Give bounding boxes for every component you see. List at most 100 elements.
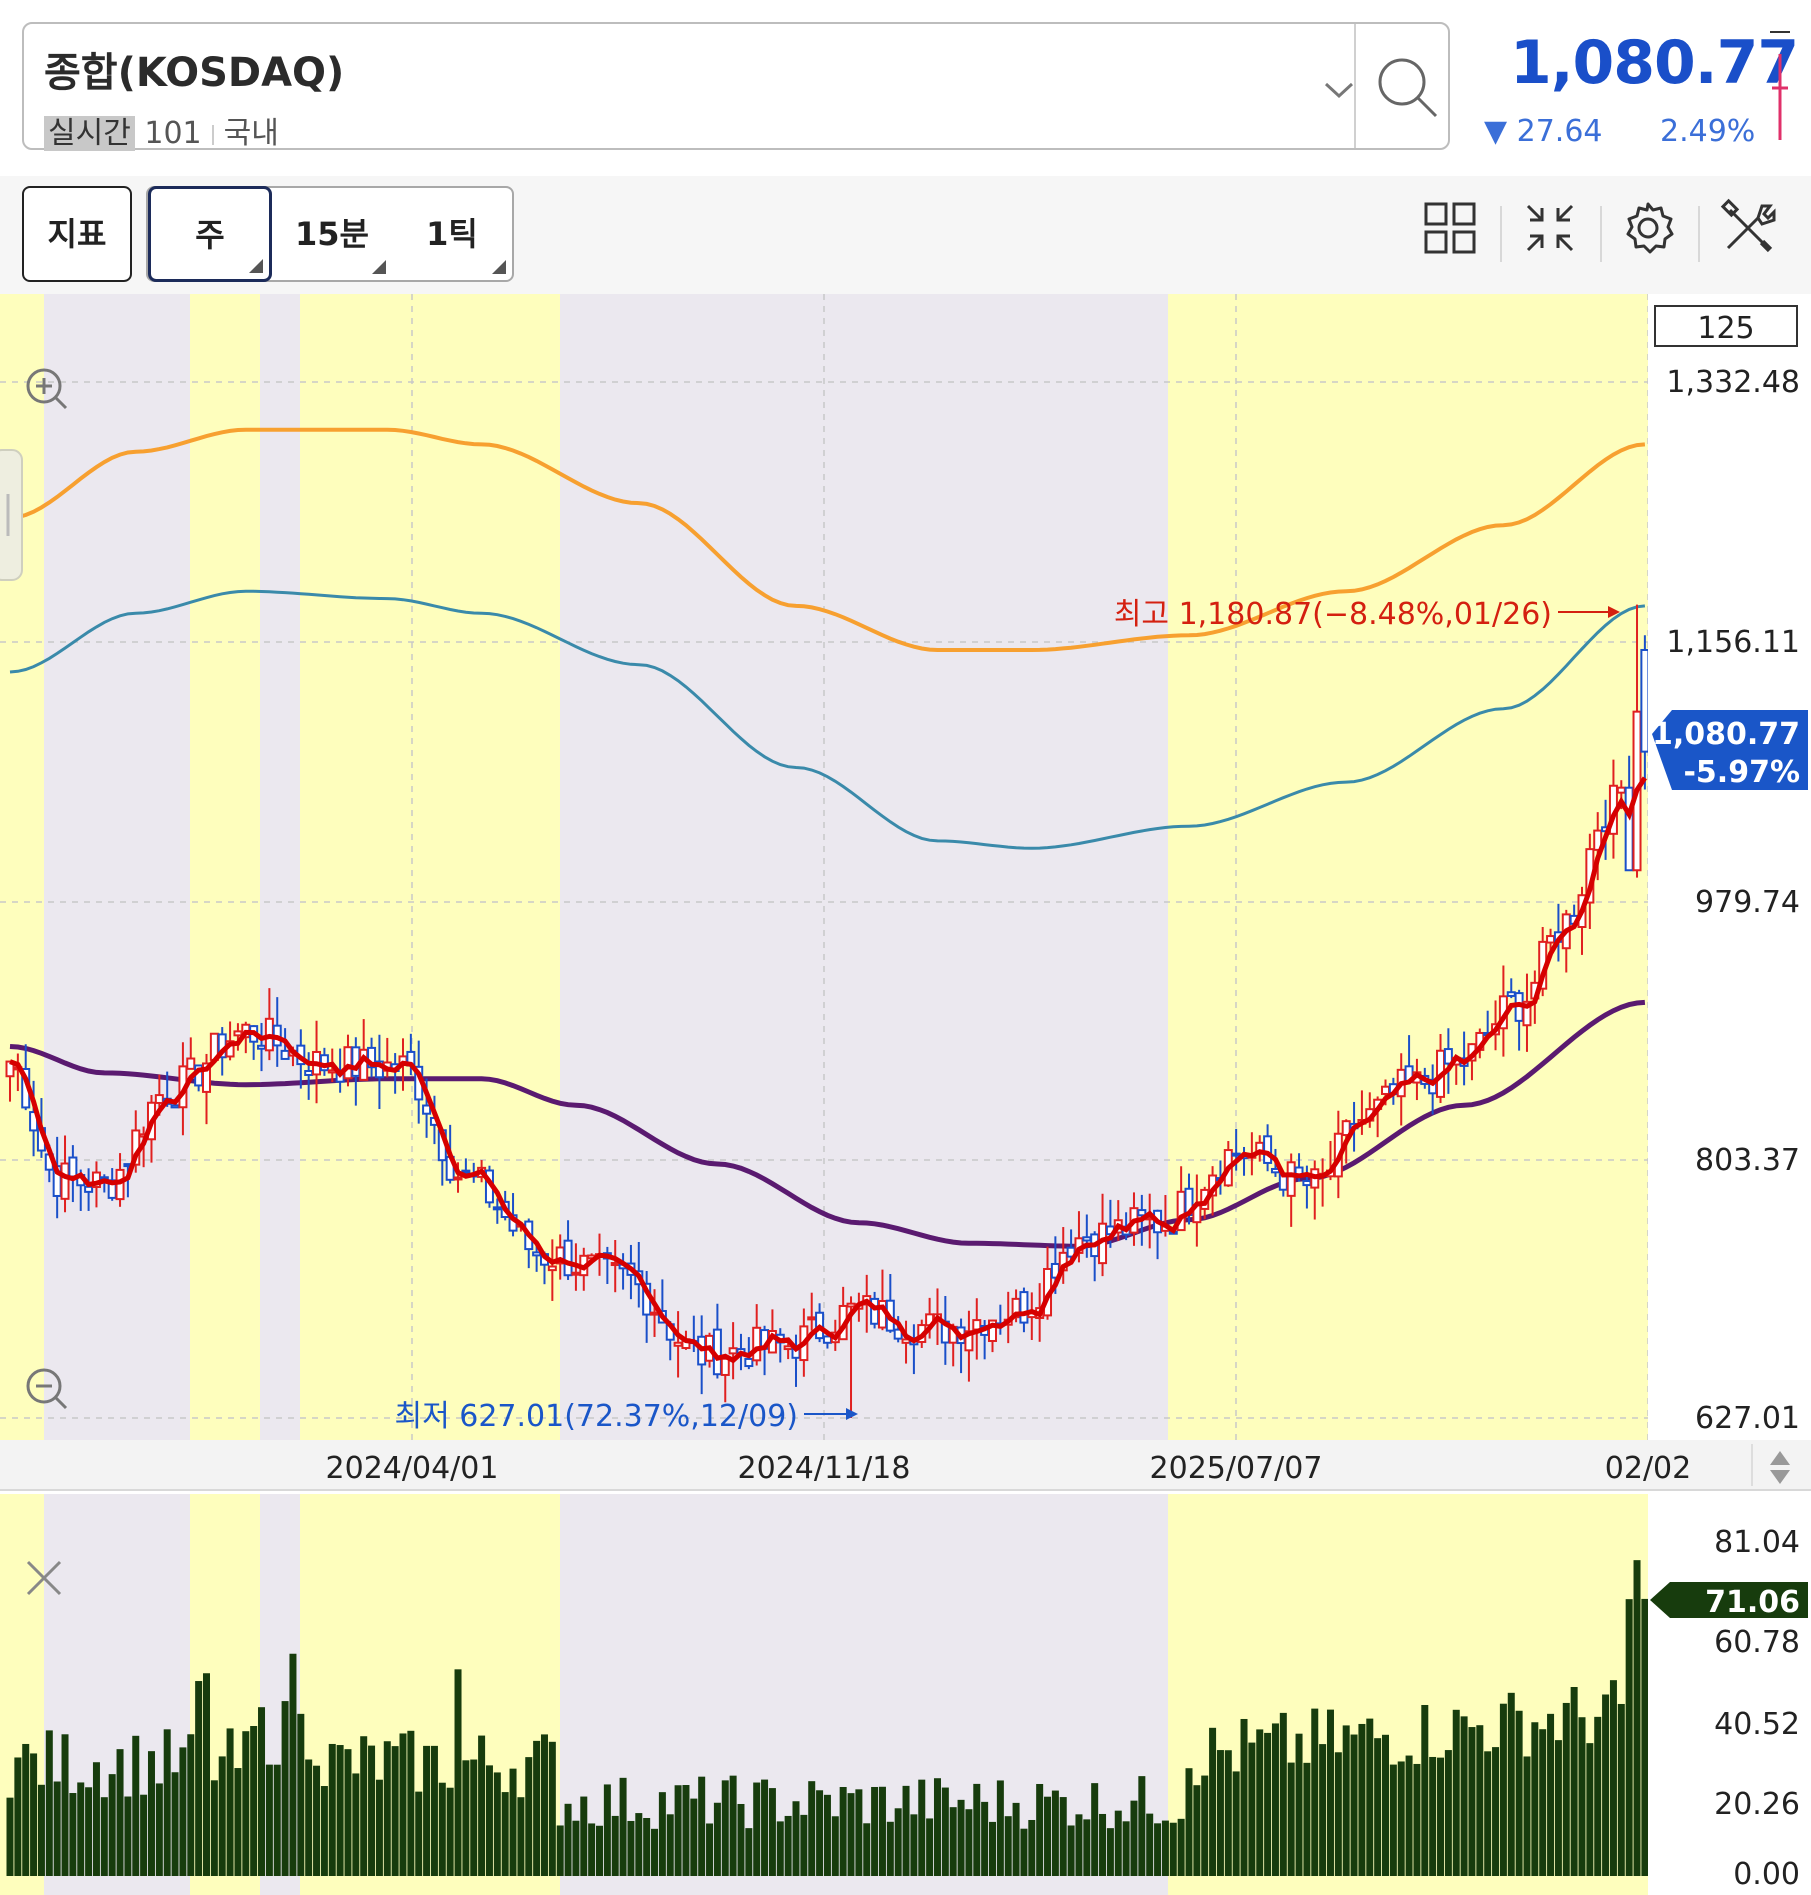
current-price: 1,080.77: [1510, 28, 1799, 98]
volume-bar: [132, 1735, 140, 1876]
volume-bar: [100, 1797, 108, 1876]
volume-bar: [407, 1730, 415, 1876]
candle-body: [1616, 786, 1626, 794]
volume-axis-tick: 0.00: [1733, 1857, 1800, 1892]
mini-candle-icon: [1770, 31, 1790, 140]
volume-bar: [926, 1818, 934, 1876]
candle-body: [822, 1335, 832, 1344]
volume-bar: [1625, 1599, 1633, 1876]
volume-bar: [1083, 1819, 1091, 1876]
volume-bar: [525, 1757, 533, 1876]
volume-bar: [195, 1681, 203, 1876]
collapse-icon[interactable]: [1520, 198, 1580, 258]
shaded-band: [260, 294, 300, 1440]
candle-body: [846, 1302, 856, 1308]
volume-bar: [53, 1781, 61, 1876]
period-1tick-button[interactable]: 1틱: [392, 188, 512, 280]
volume-bar: [14, 1757, 22, 1876]
volume-bar: [1374, 1738, 1382, 1876]
volume-bar: [92, 1762, 100, 1876]
volume-bar: [1114, 1810, 1122, 1876]
volume-bar: [1602, 1694, 1610, 1876]
volume-bar: [878, 1786, 886, 1876]
volume-bar: [808, 1781, 816, 1876]
volume-bar: [108, 1774, 116, 1876]
volume-bar: [973, 1783, 981, 1876]
gear-icon[interactable]: [1618, 198, 1678, 258]
volume-bar: [1091, 1783, 1099, 1876]
volume-bar: [383, 1741, 391, 1876]
volume-bar: [580, 1796, 588, 1876]
period-week-label: 주: [195, 216, 225, 254]
volume-bar: [965, 1809, 973, 1876]
candle-body: [728, 1347, 738, 1355]
volume-bar: [1075, 1814, 1083, 1876]
volume-bar: [1311, 1708, 1319, 1876]
volume-bar: [572, 1820, 580, 1876]
volume-bar: [163, 1729, 171, 1876]
volume-bar: [399, 1733, 407, 1876]
volume-bar: [1161, 1820, 1169, 1876]
price-change-percent: 2.49%: [1660, 114, 1756, 149]
volume-bar: [485, 1765, 493, 1876]
tools-icon[interactable]: [1718, 198, 1778, 258]
shaded-band: [44, 294, 190, 1440]
volume-bar: [171, 1772, 179, 1876]
count-box-value: 125: [1697, 311, 1754, 346]
side-drawer-handle[interactable]: [0, 449, 23, 581]
volume-bar: [1578, 1717, 1586, 1876]
volume-bar: [242, 1731, 250, 1876]
candle-body: [783, 1345, 793, 1351]
volume-bar: [823, 1794, 831, 1876]
period-15min-button[interactable]: 15분: [272, 188, 392, 280]
volume-bar: [226, 1728, 234, 1876]
volume-axis-tick: 60.78: [1714, 1625, 1800, 1660]
volume-bar: [745, 1828, 753, 1876]
volume-bar: [203, 1673, 210, 1876]
candle-body: [1506, 991, 1516, 997]
price-chart[interactable]: 125 1,332.48 1,156.11 979.74 803.37 627.01 8…: [0, 294, 1811, 1895]
search-icon[interactable]: [1364, 44, 1454, 134]
volume-bar: [187, 1734, 195, 1876]
volume-bar: [784, 1815, 792, 1876]
volume-axis-tick: 20.26: [1714, 1787, 1800, 1822]
volume-bar: [1609, 1680, 1617, 1876]
grid-layout-icon[interactable]: [1420, 198, 1480, 258]
volume-bar: [1028, 1819, 1036, 1876]
volume-bar: [1460, 1716, 1468, 1876]
period-week-button[interactable]: 주: [148, 186, 272, 282]
volume-bar: [1366, 1718, 1374, 1876]
symbol-code: 101: [144, 116, 202, 151]
volume-bar: [1617, 1703, 1625, 1876]
volume-bar: [1201, 1775, 1209, 1876]
candle-body: [422, 1104, 432, 1115]
volume-bar: [548, 1741, 556, 1876]
candle-body: [343, 1046, 353, 1080]
volume-bar: [1146, 1813, 1154, 1876]
volume-bar: [1413, 1763, 1421, 1876]
volume-bar: [540, 1734, 548, 1876]
candle-body: [186, 1057, 196, 1070]
volume-bar: [1562, 1702, 1570, 1876]
volume-bar: [1547, 1713, 1555, 1876]
candle-body: [650, 1311, 660, 1316]
candle-body: [280, 1049, 290, 1060]
candle-body: [492, 1206, 502, 1211]
volume-bar: [179, 1747, 187, 1876]
volume-bar: [1138, 1776, 1146, 1876]
volume-bar: [1216, 1750, 1224, 1876]
volume-bar: [619, 1777, 627, 1876]
volume-bar: [1492, 1747, 1500, 1876]
volume-bar: [847, 1793, 855, 1876]
candle-body: [571, 1271, 581, 1276]
symbol-search-box[interactable]: 종합(KOSDAQ) 실시간 101 국내: [22, 22, 1450, 151]
period-selector: 주 15분 1틱: [146, 186, 514, 282]
chevron-down-icon[interactable]: [1314, 64, 1364, 114]
candle-body: [68, 1156, 78, 1178]
price-axis-tick: 627.01: [1695, 1401, 1800, 1436]
candle-body: [84, 1185, 94, 1193]
volume-bar: [800, 1814, 808, 1876]
volume-bar: [941, 1787, 949, 1876]
indicator-button[interactable]: 지표: [22, 186, 132, 282]
volume-bar: [1382, 1734, 1389, 1876]
